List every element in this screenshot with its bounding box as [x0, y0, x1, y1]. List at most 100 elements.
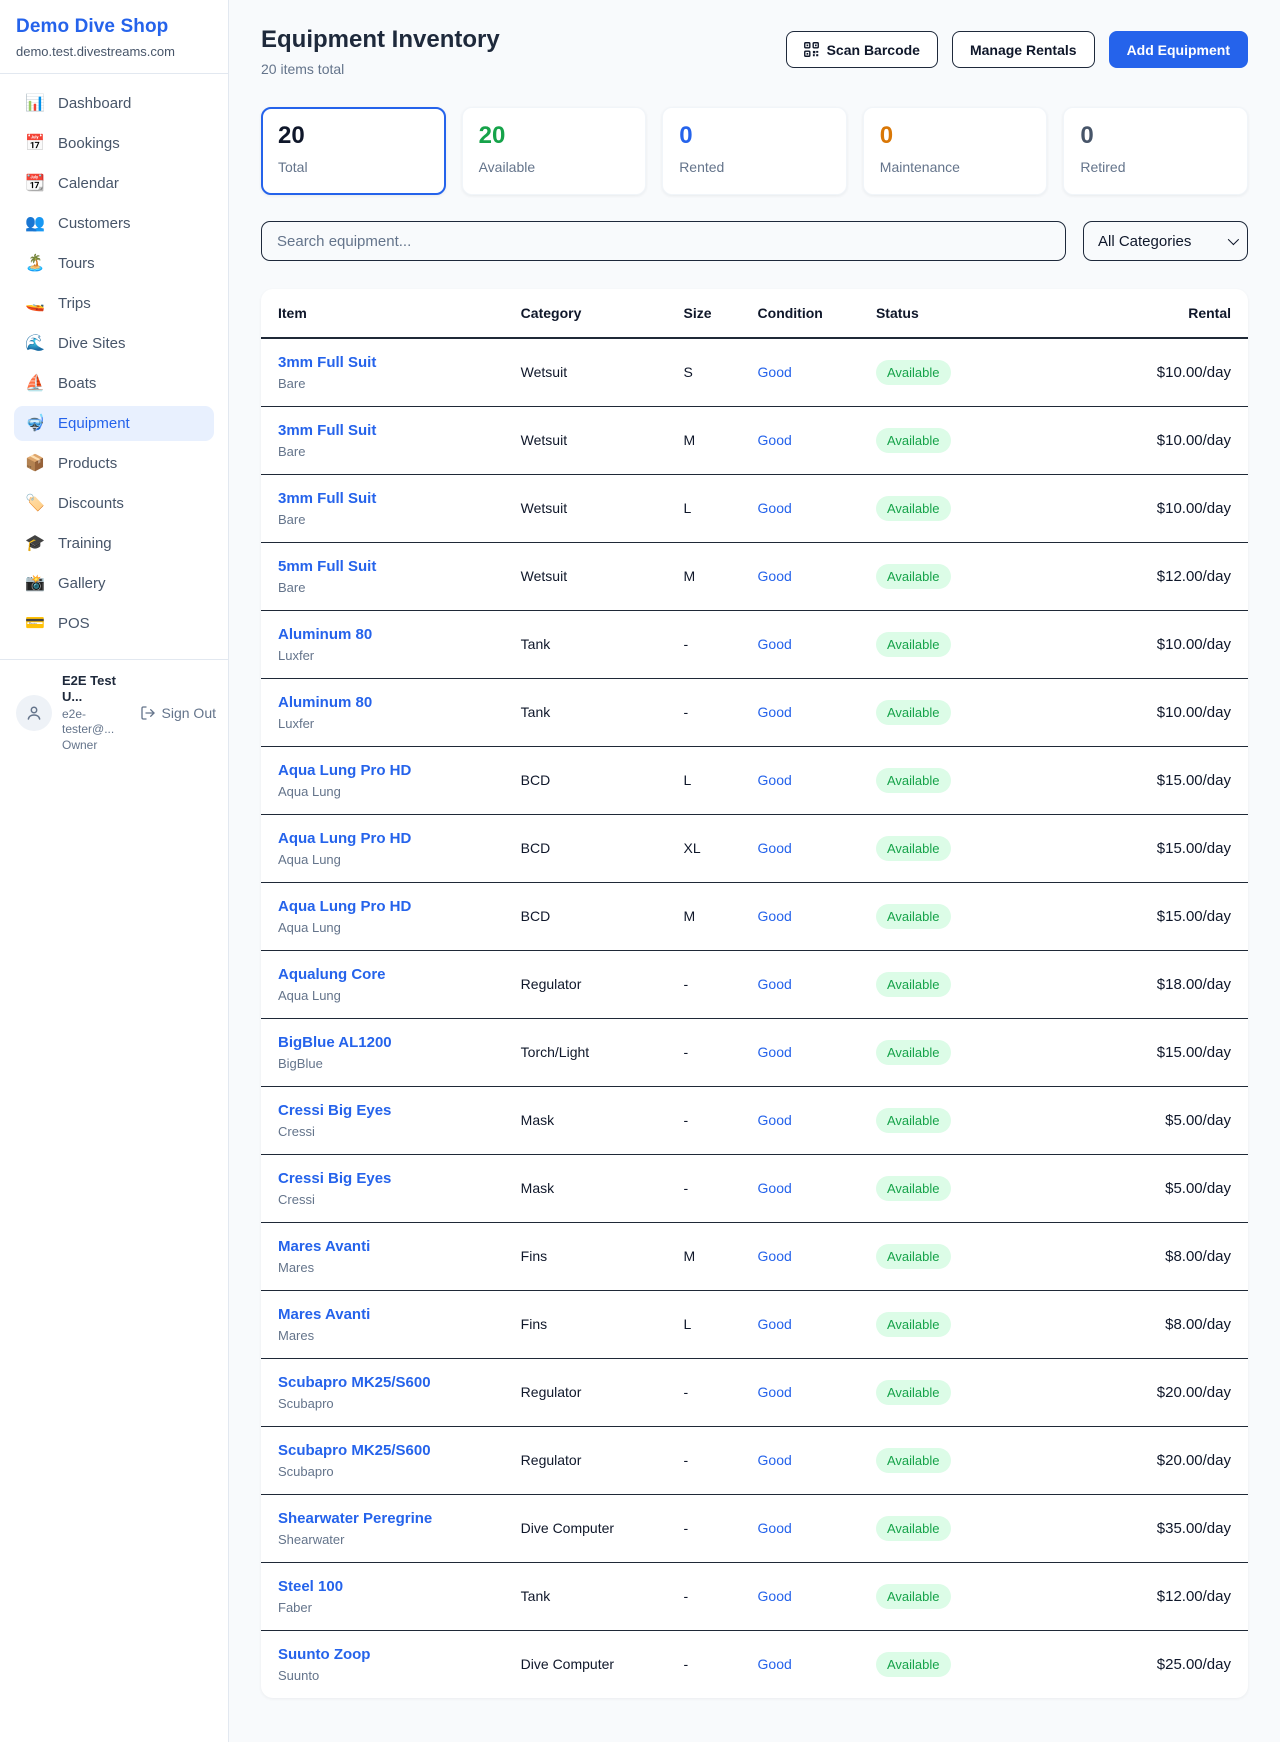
sidebar-item-customers[interactable]: 👥 Customers	[14, 206, 214, 241]
item-condition-link[interactable]: Good	[758, 1588, 792, 1604]
item-category: Dive Computer	[513, 1630, 676, 1698]
item-condition-link[interactable]: Good	[758, 364, 792, 380]
item-rental-rate: $5.00/day	[1075, 1154, 1248, 1222]
stat-card-total[interactable]: 20 Total	[261, 107, 446, 195]
item-condition-link[interactable]: Good	[758, 704, 792, 720]
item-name-link[interactable]: Aluminum 80	[278, 694, 505, 711]
sign-out-button[interactable]: Sign Out	[140, 705, 216, 721]
item-size: XL	[676, 814, 750, 882]
sidebar-item-training[interactable]: 🎓 Training	[14, 526, 214, 561]
sidebar-item-discounts[interactable]: 🏷️ Discounts	[14, 486, 214, 521]
stat-card-maintenance[interactable]: 0 Maintenance	[863, 107, 1048, 195]
item-condition-link[interactable]: Good	[758, 1656, 792, 1672]
item-brand: Mares	[278, 1260, 505, 1275]
sidebar-item-gallery[interactable]: 📸 Gallery	[14, 566, 214, 601]
sidebar-item-products[interactable]: 📦 Products	[14, 446, 214, 481]
item-name-link[interactable]: Aqua Lung Pro HD	[278, 830, 505, 847]
item-name-link[interactable]: 3mm Full Suit	[278, 490, 505, 507]
column-header-item: Item	[261, 289, 513, 338]
item-name-link[interactable]: Mares Avanti	[278, 1306, 505, 1323]
item-name-link[interactable]: Aluminum 80	[278, 626, 505, 643]
item-name-link[interactable]: Mares Avanti	[278, 1238, 505, 1255]
item-category: Wetsuit	[513, 338, 676, 406]
column-header-condition: Condition	[750, 289, 868, 338]
item-name-link[interactable]: Shearwater Peregrine	[278, 1510, 505, 1527]
search-input[interactable]	[261, 221, 1066, 261]
item-rental-rate: $20.00/day	[1075, 1426, 1248, 1494]
item-condition-link[interactable]: Good	[758, 908, 792, 924]
item-condition-link[interactable]: Good	[758, 1384, 792, 1400]
item-condition-link[interactable]: Good	[758, 1044, 792, 1060]
item-name-link[interactable]: Cressi Big Eyes	[278, 1102, 505, 1119]
item-condition-link[interactable]: Good	[758, 1452, 792, 1468]
sidebar-item-dive-sites[interactable]: 🌊 Dive Sites	[14, 326, 214, 361]
sidebar-item-equipment[interactable]: 🤿 Equipment	[14, 406, 214, 441]
item-condition-link[interactable]: Good	[758, 1112, 792, 1128]
sidebar-item-boats[interactable]: ⛵ Boats	[14, 366, 214, 401]
sidebar-item-pos[interactable]: 💳 POS	[14, 606, 214, 641]
item-size: -	[676, 1494, 750, 1562]
item-name-link[interactable]: Aqualung Core	[278, 966, 505, 983]
table-row: 3mm Full Suit Bare Wetsuit S Good Availa…	[261, 338, 1248, 406]
sidebar-item-trips[interactable]: 🚤 Trips	[14, 286, 214, 321]
stat-card-rented[interactable]: 0 Rented	[662, 107, 847, 195]
sidebar-item-calendar[interactable]: 📆 Calendar	[14, 166, 214, 201]
status-badge: Available	[876, 836, 951, 861]
item-condition-link[interactable]: Good	[758, 1248, 792, 1264]
item-name-link[interactable]: BigBlue AL1200	[278, 1034, 505, 1051]
item-brand: Aqua Lung	[278, 920, 505, 935]
person-icon	[25, 704, 43, 722]
status-badge: Available	[876, 768, 951, 793]
table-row: 3mm Full Suit Bare Wetsuit L Good Availa…	[261, 474, 1248, 542]
barcode-scan-icon	[804, 42, 819, 57]
item-size: M	[676, 542, 750, 610]
add-equipment-button[interactable]: Add Equipment	[1109, 31, 1248, 68]
stat-value: 20	[278, 123, 429, 149]
item-condition-link[interactable]: Good	[758, 500, 792, 516]
item-size: -	[676, 1154, 750, 1222]
item-name-link[interactable]: Scubapro MK25/S600	[278, 1374, 505, 1391]
item-name-link[interactable]: 5mm Full Suit	[278, 558, 505, 575]
item-condition-link[interactable]: Good	[758, 1316, 792, 1332]
sidebar-item-tours[interactable]: 🏝️ Tours	[14, 246, 214, 281]
sidebar-item-dashboard[interactable]: 📊 Dashboard	[14, 86, 214, 121]
brand-domain: demo.test.divestreams.com	[16, 44, 212, 59]
item-condition-link[interactable]: Good	[758, 432, 792, 448]
item-name-link[interactable]: Scubapro MK25/S600	[278, 1442, 505, 1459]
tag-icon: 🏷️	[25, 496, 45, 512]
item-rental-rate: $18.00/day	[1075, 950, 1248, 1018]
column-header-rental: Rental	[1075, 289, 1248, 338]
item-name-link[interactable]: 3mm Full Suit	[278, 354, 505, 371]
graduation-cap-icon: 🎓	[25, 536, 45, 552]
status-badge: Available	[876, 632, 951, 657]
stat-label: Maintenance	[880, 159, 1031, 175]
item-name-link[interactable]: Steel 100	[278, 1578, 505, 1595]
item-condition-link[interactable]: Good	[758, 772, 792, 788]
stat-label: Available	[479, 159, 630, 175]
item-name-link[interactable]: Aqua Lung Pro HD	[278, 898, 505, 915]
table-row: BigBlue AL1200 BigBlue Torch/Light - Goo…	[261, 1018, 1248, 1086]
stat-card-retired[interactable]: 0 Retired	[1063, 107, 1248, 195]
table-row: Mares Avanti Mares Fins M Good Available…	[261, 1222, 1248, 1290]
sidebar-item-bookings[interactable]: 📅 Bookings	[14, 126, 214, 161]
sailboat-icon: ⛵	[25, 376, 45, 392]
brand-title[interactable]: Demo Dive Shop	[16, 16, 212, 38]
item-condition-link[interactable]: Good	[758, 976, 792, 992]
item-name-link[interactable]: Aqua Lung Pro HD	[278, 762, 505, 779]
item-condition-link[interactable]: Good	[758, 840, 792, 856]
stat-card-available[interactable]: 20 Available	[462, 107, 647, 195]
item-condition-link[interactable]: Good	[758, 636, 792, 652]
item-condition-link[interactable]: Good	[758, 568, 792, 584]
item-name-link[interactable]: 3mm Full Suit	[278, 422, 505, 439]
item-name-link[interactable]: Suunto Zoop	[278, 1646, 505, 1663]
status-badge: Available	[876, 904, 951, 929]
item-rental-rate: $25.00/day	[1075, 1630, 1248, 1698]
item-rental-rate: $12.00/day	[1075, 1562, 1248, 1630]
item-condition-link[interactable]: Good	[758, 1180, 792, 1196]
avatar	[16, 695, 52, 731]
scan-barcode-button[interactable]: Scan Barcode	[786, 31, 938, 68]
category-select[interactable]: All Categories	[1083, 221, 1248, 261]
manage-rentals-button[interactable]: Manage Rentals	[952, 31, 1095, 68]
item-name-link[interactable]: Cressi Big Eyes	[278, 1170, 505, 1187]
item-condition-link[interactable]: Good	[758, 1520, 792, 1536]
